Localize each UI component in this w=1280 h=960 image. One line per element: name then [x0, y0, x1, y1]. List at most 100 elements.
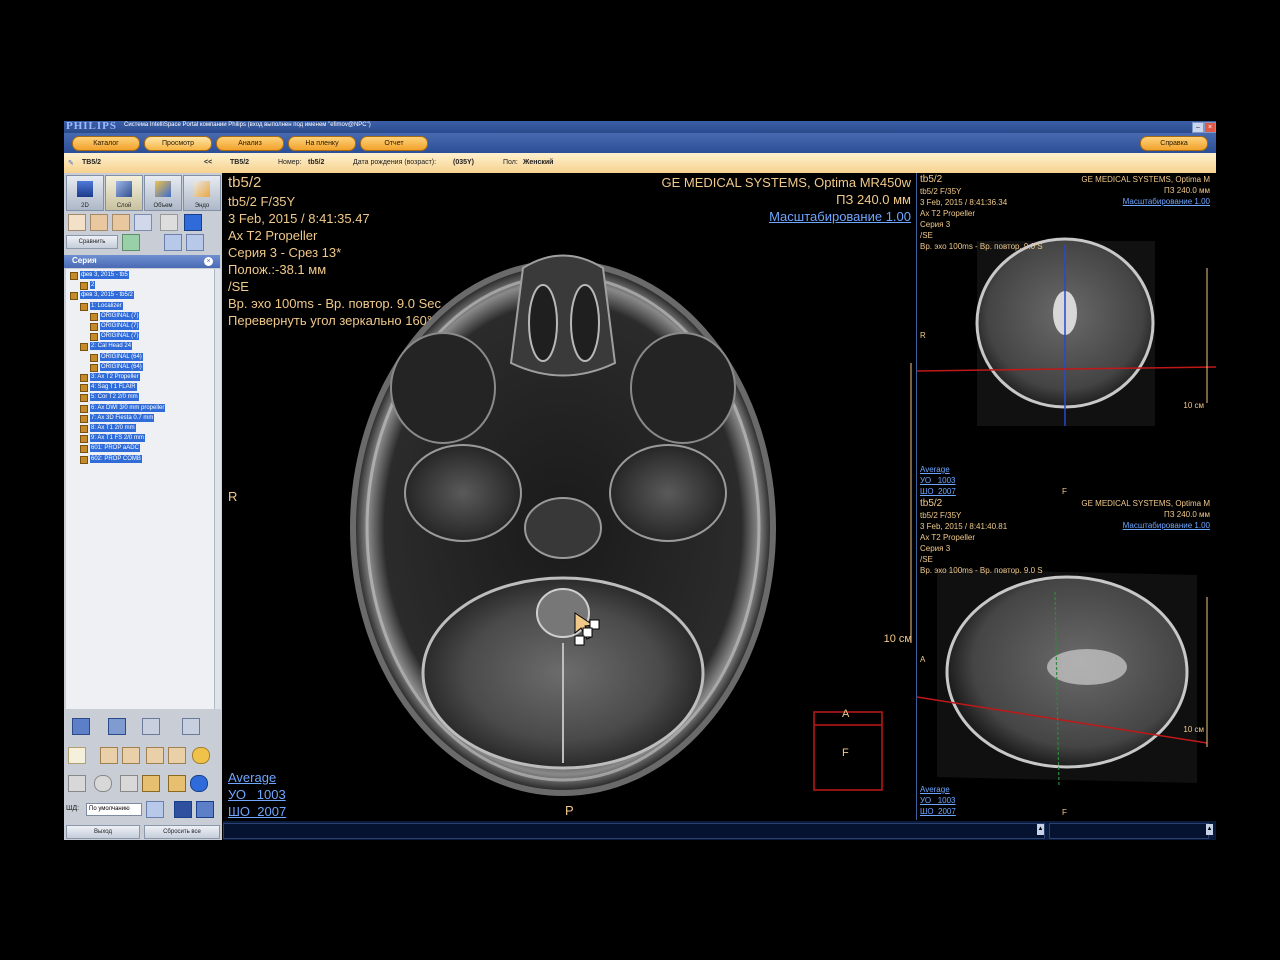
export-icon[interactable]: [196, 801, 214, 818]
tree-node[interactable]: 1: Localizer: [90, 301, 123, 310]
help-button[interactable]: Справка: [1140, 136, 1208, 151]
tree-node-icon: [80, 282, 88, 291]
menu-catalog[interactable]: Каталог: [72, 136, 140, 151]
tool-slice[interactable]: Слой: [105, 175, 143, 211]
orientation-cube-top: A: [842, 708, 850, 720]
line-tool-icon[interactable]: [68, 775, 86, 792]
window-tool-icon[interactable]: [146, 747, 164, 764]
head-side-icon[interactable]: [112, 214, 130, 231]
sagittal-window-width[interactable]: ШО 2007: [920, 807, 956, 816]
collapse-panel-button[interactable]: <<: [204, 159, 212, 166]
coronal-average-link[interactable]: Average: [920, 465, 950, 474]
number-value: tb5/2: [308, 159, 325, 166]
close-button[interactable]: ×: [1204, 122, 1216, 133]
coronal-zoom-link[interactable]: Масштабирование 1.00: [1123, 197, 1210, 206]
pointer-tool-icon[interactable]: [68, 747, 86, 764]
tree-node-icon: [80, 455, 88, 464]
tree-node[interactable]: 2: [90, 281, 96, 290]
sagittal-series-name: tb5/2: [920, 498, 943, 509]
brand-logo: PHILIPS: [66, 121, 118, 132]
tool-2d[interactable]: 2D: [66, 175, 104, 211]
skull-icon[interactable]: [68, 214, 86, 231]
figure-icon[interactable]: [160, 214, 178, 231]
tree-node[interactable]: фев 3, 2015 - tb5/2: [80, 291, 134, 300]
tree-node[interactable]: 601: PROP aADC: [90, 444, 140, 453]
preset-select[interactable]: По умолчанию: [86, 803, 142, 816]
exit-button[interactable]: Выход: [66, 825, 140, 839]
tree-node[interactable]: 9: Ax T1 FS 2/0 mm: [90, 434, 145, 443]
main-scale-label: 10 см: [883, 633, 912, 645]
angle-tool-icon[interactable]: [120, 775, 138, 792]
minimize-button[interactable]: –: [1192, 122, 1204, 133]
book-icon[interactable]: [182, 718, 200, 735]
coronal-fov: ПЗ 240.0 мм: [1163, 186, 1210, 195]
tree-node[interactable]: 3: Ax T2 Propeller: [90, 373, 140, 381]
tree-node[interactable]: 602: PROP COMB: [90, 454, 142, 463]
series-panel-title: Серия: [72, 256, 97, 265]
axial-viewport[interactable]: tb5/2 tb5/2 F/35Y 3 Feb, 2015 / 8:41:35.…: [223, 173, 916, 820]
eraser-tool-icon[interactable]: [192, 747, 210, 764]
menu-view[interactable]: Просмотр: [144, 136, 212, 151]
layout-icon[interactable]: [184, 214, 202, 231]
floppy-icon[interactable]: [174, 801, 192, 818]
tree-node[interactable]: фев 3, 2015 - tb5: [80, 271, 129, 279]
head-icon[interactable]: [90, 214, 108, 231]
menu-report[interactable]: Отчет: [360, 136, 428, 151]
sync-icon[interactable]: [164, 234, 182, 251]
tree-node[interactable]: 8: Ax T1 2/0 mm: [90, 424, 136, 432]
coronal-window-level[interactable]: УО 1003: [920, 476, 956, 485]
sagittal-zoom-link[interactable]: Масштабирование 1.00: [1123, 521, 1210, 530]
series-scrollbar[interactable]: [214, 269, 221, 709]
arrange-icon[interactable]: [186, 234, 204, 251]
main-datetime: 3 Feb, 2015 / 8:41:35.47: [228, 211, 370, 226]
zoom-tool-icon[interactable]: [122, 747, 140, 764]
compare-button[interactable]: Сравнить: [66, 235, 118, 249]
camera-icon[interactable]: [108, 718, 126, 735]
ellipse-tool-icon[interactable]: [94, 775, 112, 792]
close-panel-icon[interactable]: ×: [204, 257, 213, 266]
main-zoom-link[interactable]: Масштабирование 1.00: [769, 209, 911, 224]
tree-node[interactable]: 2: Cal Head 24: [90, 342, 133, 351]
link-icon[interactable]: [122, 234, 140, 251]
tree-node[interactable]: ORIGINAL (64): [100, 362, 143, 371]
status-expand-icon[interactable]: ▲: [1037, 824, 1044, 835]
status-side-expand-icon[interactable]: ▲: [1206, 824, 1213, 835]
pan-tool-icon[interactable]: [100, 747, 118, 764]
tool-volume[interactable]: Объем: [144, 175, 182, 211]
globe-icon[interactable]: [134, 214, 152, 231]
main-average-link[interactable]: Average: [228, 770, 276, 785]
coronal-viewport[interactable]: tb5/2 tb5/2 F/35Y 3 Feb, 2015 / 8:41:36.…: [917, 173, 1216, 496]
tool-endo[interactable]: Эндо: [183, 175, 221, 211]
coronal-window-width[interactable]: ШО 2007: [920, 487, 956, 496]
tree-node[interactable]: ORIGINAL (7): [100, 332, 140, 341]
menu-film[interactable]: На пленку: [288, 136, 356, 151]
sagittal-average-link[interactable]: Average: [920, 785, 950, 794]
number-label: Номер:: [278, 159, 302, 166]
preset-select-value: По умолчанию: [89, 806, 130, 812]
tree-node[interactable]: 5: Cor T2 2/0 mm: [90, 393, 139, 402]
pin-icon[interactable]: ✎: [68, 159, 74, 167]
sagittal-manufacturer: GE MEDICAL SYSTEMS, Optima M: [1081, 499, 1210, 508]
coronal-mri-image: [917, 237, 1216, 426]
preset-icon[interactable]: [146, 801, 164, 818]
sagittal-window-level[interactable]: УО 1003: [920, 796, 956, 805]
roi-tool-icon[interactable]: [190, 775, 208, 792]
tree-node[interactable]: ORIGINAL (7): [100, 311, 140, 320]
annotation-tool-icon[interactable]: [168, 775, 186, 792]
tree-node[interactable]: 4: Sag T1 FLAIR: [90, 383, 137, 392]
reset-all-button[interactable]: Сбросить все: [144, 825, 220, 839]
ruler-tool-icon[interactable]: [142, 775, 160, 792]
main-window-width[interactable]: ШО 2007: [228, 804, 286, 819]
tree-node[interactable]: ORIGINAL (7): [100, 322, 140, 330]
coronal-bottom-marker: F: [1062, 487, 1067, 496]
tree-node[interactable]: ORIGINAL (64): [100, 352, 143, 361]
sagittal-viewport[interactable]: tb5/2 tb5/2 F/35Y 3 Feb, 2015 / 8:41:40.…: [917, 497, 1216, 820]
copy-icon[interactable]: [142, 718, 160, 735]
endoscope-icon: [194, 181, 210, 197]
tree-node[interactable]: 7: Ax 3D Fiesta 0.7 mm: [90, 413, 155, 422]
scroll-tool-icon[interactable]: [168, 747, 186, 764]
menu-analysis[interactable]: Анализ: [216, 136, 284, 151]
save-icon[interactable]: [72, 718, 90, 735]
main-window-level[interactable]: УО 1003: [228, 787, 286, 802]
tree-node[interactable]: 6: Ax DWI 3/0 mm propeller: [90, 403, 166, 412]
